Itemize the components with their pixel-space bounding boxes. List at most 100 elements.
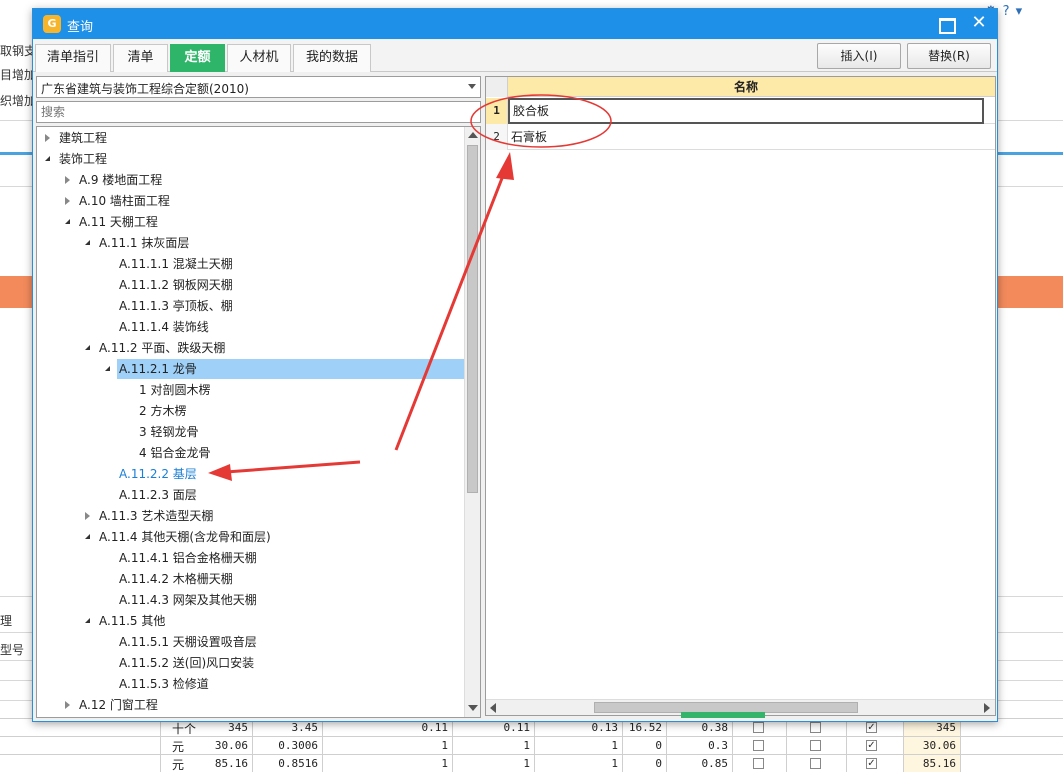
tree-node[interactable]: A.11.1.3 亭顶板、棚 xyxy=(117,296,237,316)
tree-node[interactable]: 1 对剖圆木楞 xyxy=(137,380,214,400)
tree-expand-icon[interactable] xyxy=(65,701,70,709)
scroll-up-icon[interactable] xyxy=(468,132,478,138)
tree-node[interactable]: 2 方木楞 xyxy=(137,401,190,421)
tree-node[interactable]: A.11.4.3 网架及其他天棚 xyxy=(117,590,261,610)
tree-collapse-icon[interactable] xyxy=(85,345,90,350)
chevron-down-icon[interactable] xyxy=(468,84,476,89)
checkbox[interactable]: ✓ xyxy=(866,758,877,769)
tree-node[interactable]: A.11.2.2 基层 xyxy=(117,464,201,484)
checkbox[interactable] xyxy=(810,722,821,733)
tree-node[interactable]: A.11.2.3 面层 xyxy=(117,485,201,505)
tree-node[interactable]: A.11.2.1 龙骨 xyxy=(117,359,465,379)
tree-node[interactable]: A.11.5.2 送(回)风口安装 xyxy=(117,653,258,673)
row-name-cell[interactable]: 石膏板 xyxy=(508,124,984,150)
tree-node[interactable]: A.11.4 其他天棚(含龙骨和面层) xyxy=(97,527,275,547)
scroll-down-icon[interactable] xyxy=(468,705,478,711)
tree-node[interactable]: A.11.5.1 天棚设置吸音层 xyxy=(117,632,261,652)
tab-list[interactable]: 清单 xyxy=(113,44,168,72)
tree-node[interactable]: 4 铝合金龙骨 xyxy=(137,443,214,463)
splitter-handle[interactable] xyxy=(681,712,765,718)
value-cell: 1 xyxy=(523,739,530,752)
value-cell: 0.3006 xyxy=(278,739,318,752)
scroll-thumb[interactable] xyxy=(467,145,478,493)
value-cell: 1 xyxy=(611,739,618,752)
checkbox[interactable] xyxy=(810,758,821,769)
tree-node[interactable]: A.11.2 平面、跌级天棚 xyxy=(97,338,229,358)
value-cell: 1 xyxy=(441,739,448,752)
tree-node[interactable]: 装饰工程 xyxy=(57,149,111,169)
quota-tree: 建筑工程 装饰工程 A.9 楼地面工程 A.10 墙柱面工程 A.11 天棚工程 A.11… xyxy=(36,126,481,718)
tree-node[interactable]: A.11 天棚工程 xyxy=(77,212,162,232)
tree-node[interactable]: A.11.1.1 混凝土天棚 xyxy=(117,254,237,274)
app-logo-icon: G xyxy=(43,15,61,33)
tree-expand-icon[interactable] xyxy=(85,512,90,520)
table-row: 元 30.06 0.3006 1 1 1 0 0.3 ✓ 30.06 xyxy=(0,736,1063,754)
tree-node[interactable]: A.11.1.2 钢板网天棚 xyxy=(117,275,237,295)
tree-collapse-icon[interactable] xyxy=(105,366,110,371)
help-icon[interactable]: ? xyxy=(1003,4,1016,19)
tree-node[interactable]: A.11.3 艺术造型天棚 xyxy=(97,506,217,526)
tab-quota[interactable]: 定额 xyxy=(170,44,225,72)
replace-button[interactable]: 替换(R) xyxy=(907,43,991,69)
tab-labor-material-machine[interactable]: 人材机 xyxy=(227,44,291,72)
tree-node[interactable]: A.11.1.4 装饰线 xyxy=(117,317,213,337)
tree-node[interactable]: A.11.5 其他 xyxy=(97,611,169,631)
table-row[interactable]: 1 胶合板 xyxy=(486,98,995,124)
total-cell: 30.06 xyxy=(922,739,956,752)
row-number: 2 xyxy=(486,124,508,150)
tree-collapse-icon[interactable] xyxy=(85,534,90,539)
tab-list-guide[interactable]: 清单指引 xyxy=(35,44,111,72)
checkbox[interactable] xyxy=(753,758,764,769)
tree-node[interactable]: A.10 墙柱面工程 xyxy=(77,191,174,211)
value-cell: 3.45 xyxy=(291,721,319,734)
scroll-left-icon[interactable] xyxy=(490,703,496,713)
tab-bar: 清单指引 清单 定额 人材机 我的数据 插入(I) 替换(R) xyxy=(33,40,997,72)
query-dialog: G 查询 ✕ 清单指引 清单 定额 人材机 我的数据 插入(I) 替换(R) 广… xyxy=(32,8,998,722)
maximize-button[interactable] xyxy=(937,15,956,34)
tree-collapse-icon[interactable] xyxy=(45,156,50,161)
tree-expand-icon[interactable] xyxy=(65,176,70,184)
grid-corner xyxy=(486,77,508,97)
tree-node[interactable]: 建筑工程 xyxy=(57,128,111,148)
tree-collapse-icon[interactable] xyxy=(65,219,70,224)
grid-column-name[interactable]: 名称 xyxy=(508,77,984,97)
tree-node[interactable]: A.12 门窗工程 xyxy=(77,695,162,715)
unit-cell: 元 xyxy=(172,740,185,754)
tree-node[interactable]: A.9 楼地面工程 xyxy=(77,170,166,190)
tree-node[interactable]: A.11.1 抹灰面层 xyxy=(97,233,193,253)
row-name-cell[interactable]: 胶合板 xyxy=(508,98,984,124)
scroll-right-icon[interactable] xyxy=(984,703,990,713)
close-button[interactable]: ✕ xyxy=(969,12,989,34)
checkbox[interactable]: ✓ xyxy=(866,740,877,751)
dialog-title-bar[interactable]: G 查询 ✕ xyxy=(33,9,997,39)
bg-data-table: 十个 345 3.45 0.11 0.11 0.13 16.52 0.38 ✓ 345 元 30.06… xyxy=(0,718,1063,772)
insert-button[interactable]: 插入(I) xyxy=(817,43,901,69)
total-cell: 85.16 xyxy=(922,757,956,770)
tab-my-data[interactable]: 我的数据 xyxy=(293,44,371,72)
value-cell: 0.85 xyxy=(701,757,729,770)
result-grid-panel: 名称 1 胶合板 2 石膏板 xyxy=(485,76,996,716)
checkbox[interactable] xyxy=(753,722,764,733)
tree-collapse-icon[interactable] xyxy=(85,240,90,245)
checkbox[interactable] xyxy=(753,740,764,751)
tree-node[interactable]: A.11.4.2 木格栅天棚 xyxy=(117,569,237,589)
bg-highlight-row xyxy=(998,276,1063,308)
value-cell: 30.06 xyxy=(214,739,248,752)
quota-library-select[interactable]: 广东省建筑与装饰工程综合定额(2010) xyxy=(36,76,481,98)
dropdown-icon[interactable]: ▾ xyxy=(1016,4,1029,19)
search-input[interactable] xyxy=(36,101,481,123)
tree-node[interactable]: A.11.4.1 铝合金格栅天棚 xyxy=(117,548,261,568)
quota-library-value: 广东省建筑与装饰工程综合定额(2010) xyxy=(41,82,249,96)
tree-node[interactable]: 3 轻钢龙骨 xyxy=(137,422,202,442)
bg-left-label: 取钢支 xyxy=(0,44,37,58)
table-row[interactable]: 2 石膏板 xyxy=(486,124,995,150)
value-cell: 0.11 xyxy=(503,721,531,734)
tree-expand-icon[interactable] xyxy=(45,134,50,142)
tree-collapse-icon[interactable] xyxy=(85,618,90,623)
tree-vertical-scrollbar[interactable] xyxy=(464,127,480,717)
value-cell: 0.13 xyxy=(591,721,619,734)
checkbox[interactable]: ✓ xyxy=(866,722,877,733)
tree-expand-icon[interactable] xyxy=(65,197,70,205)
tree-node[interactable]: A.11.5.3 检修道 xyxy=(117,674,213,694)
checkbox[interactable] xyxy=(810,740,821,751)
